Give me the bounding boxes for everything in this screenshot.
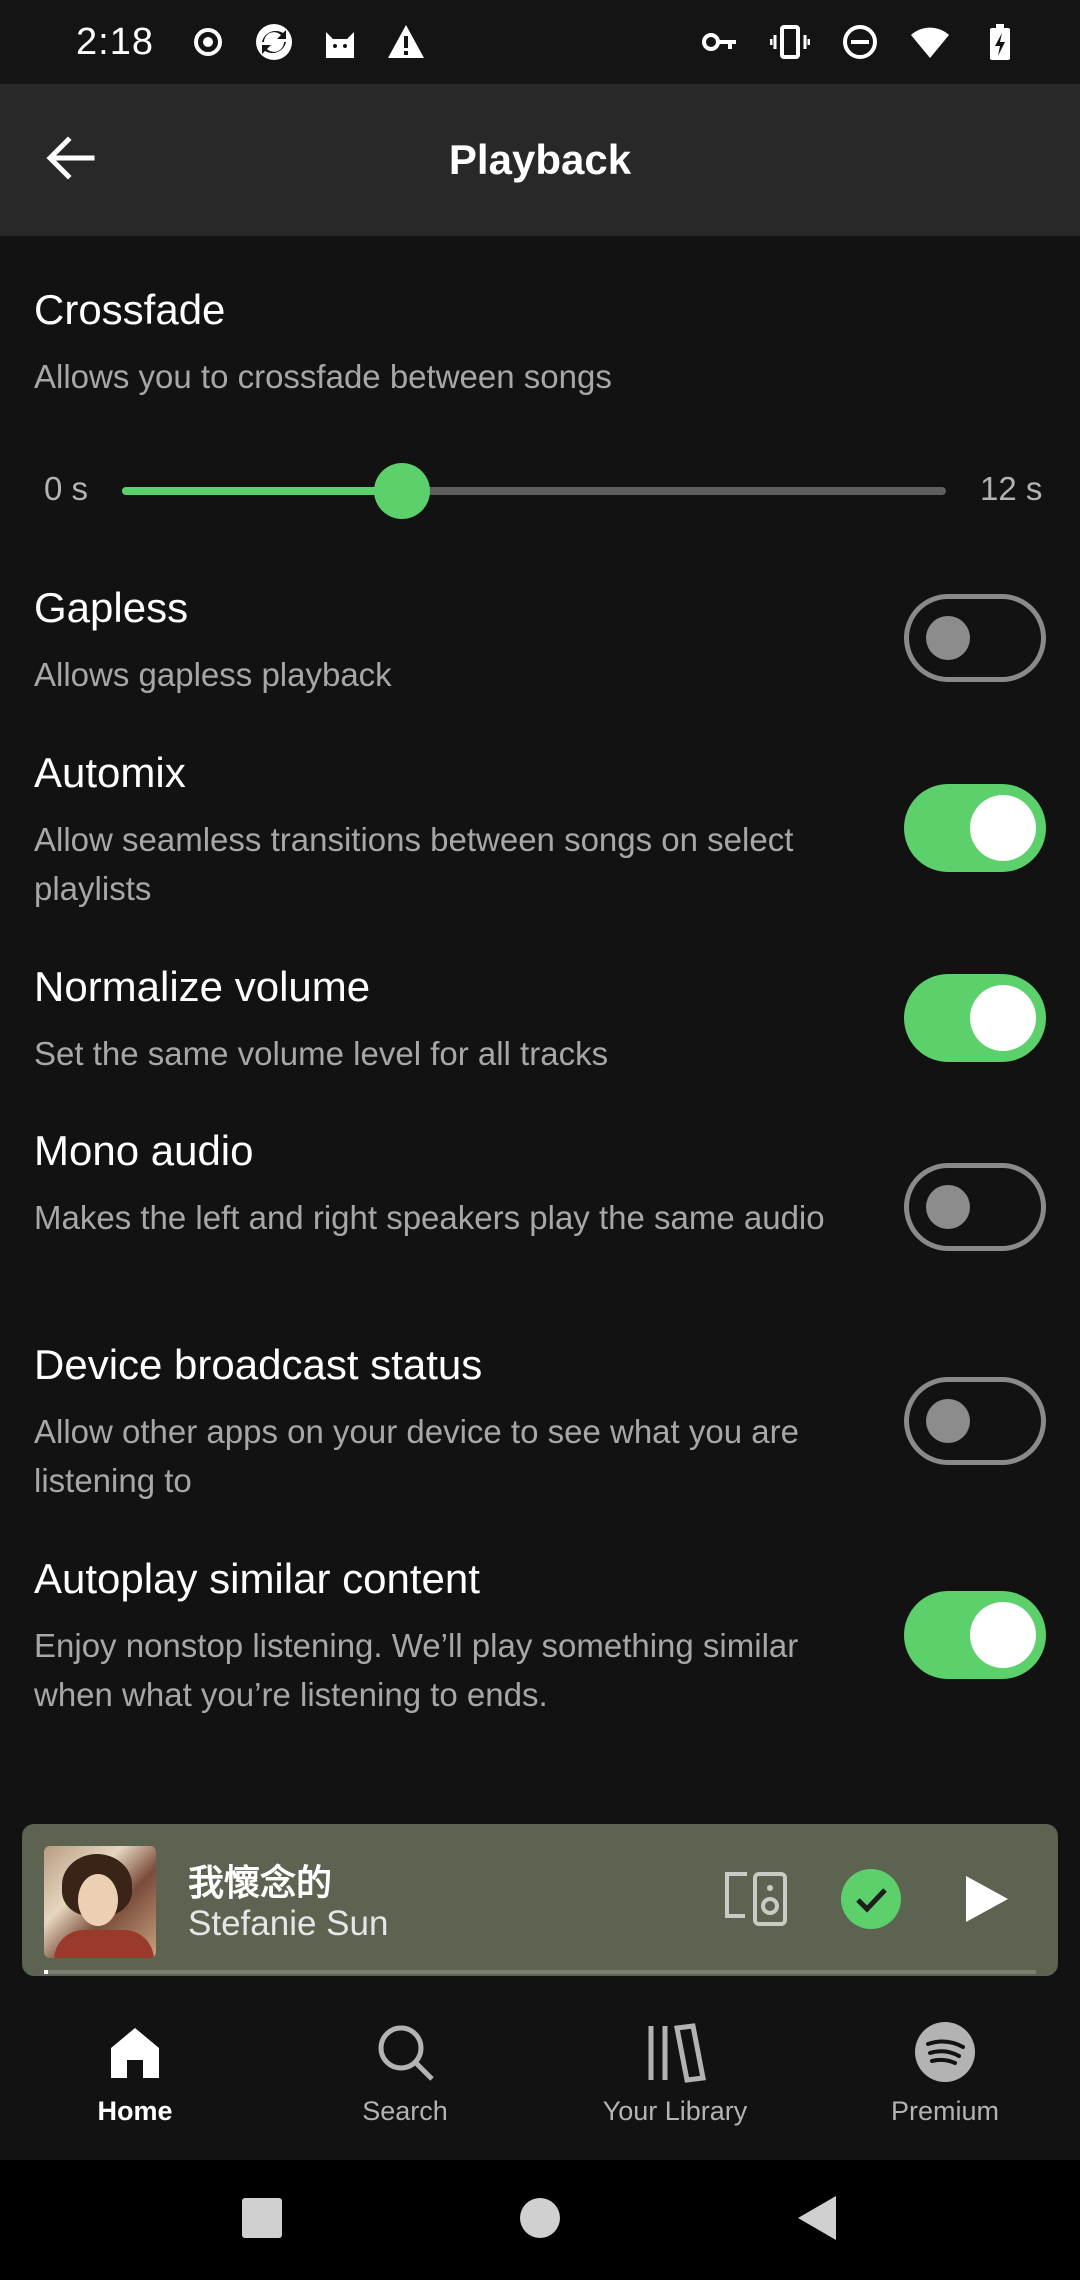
record-icon bbox=[188, 22, 228, 62]
cat-icon bbox=[320, 22, 360, 62]
status-bar: 2:18 bbox=[0, 0, 1080, 84]
nav-premium[interactable]: Premium bbox=[810, 1992, 1080, 2132]
setting-description: Set the same volume level for all tracks bbox=[34, 1035, 609, 1072]
track-title: 我懷念的 bbox=[188, 1862, 333, 1903]
app-header: Playback bbox=[0, 84, 1080, 236]
crossfade-slider-fill bbox=[122, 487, 403, 495]
setting-description: Enjoy nonstop listening. We’ll play some… bbox=[34, 1627, 799, 1713]
crossfade-title: Crossfade bbox=[34, 286, 226, 333]
crossfade-max-label: 12 s bbox=[980, 470, 1043, 507]
key-icon bbox=[700, 22, 740, 62]
mono-audio-toggle[interactable] bbox=[904, 1163, 1046, 1251]
crossfade-slider-thumb[interactable] bbox=[374, 463, 431, 519]
setting-title: Mono audio bbox=[34, 1127, 254, 1174]
toggle-knob bbox=[926, 1399, 970, 1443]
bottom-nav: Home Search Your Library Premium bbox=[0, 1992, 1080, 2132]
vibrate-icon bbox=[770, 22, 810, 62]
setting-title: Automix bbox=[34, 749, 186, 796]
status-time: 2:18 bbox=[76, 20, 154, 63]
play-button[interactable] bbox=[952, 1868, 1018, 1934]
nav-home[interactable]: Home bbox=[0, 1992, 270, 2132]
circle-icon bbox=[518, 2196, 562, 2245]
home-icon bbox=[103, 2020, 167, 2084]
track-artist: Stefanie Sun bbox=[188, 1904, 389, 1943]
mini-player[interactable]: 我懷念的 Stefanie Sun bbox=[22, 1824, 1058, 1976]
triangle-back-icon bbox=[796, 2194, 840, 2247]
nav-label: Your Library bbox=[602, 2096, 748, 2126]
play-icon bbox=[960, 1873, 1010, 1930]
toggle-knob bbox=[970, 1602, 1036, 1668]
nav-search[interactable]: Search bbox=[270, 1992, 540, 2132]
connect-device-button[interactable] bbox=[722, 1866, 792, 1936]
setting-description: Makes the left and right speakers play t… bbox=[34, 1199, 825, 1236]
automix-toggle[interactable] bbox=[904, 784, 1046, 872]
crossfade-description: Allows you to crossfade between songs bbox=[34, 358, 612, 395]
toggle-knob bbox=[926, 616, 970, 660]
crossfade-min-label: 0 s bbox=[44, 470, 89, 507]
library-icon bbox=[643, 2020, 707, 2084]
setting-description: Allows gapless playback bbox=[34, 656, 392, 693]
liked-check-icon bbox=[840, 1868, 902, 1935]
system-nav-bar bbox=[0, 2160, 1080, 2280]
setting-description: Allow other apps on your device to see w… bbox=[34, 1413, 799, 1499]
gapless-toggle[interactable] bbox=[904, 594, 1046, 682]
nav-your-library[interactable]: Your Library bbox=[540, 1992, 810, 2132]
connect-device-icon bbox=[723, 1868, 791, 1935]
crossfade-slider[interactable] bbox=[122, 463, 946, 519]
home-system-button[interactable] bbox=[508, 2188, 572, 2252]
back-button[interactable] bbox=[36, 126, 104, 194]
toggle-knob bbox=[970, 985, 1036, 1051]
nav-label: Home bbox=[97, 2096, 173, 2126]
sync-icon bbox=[254, 22, 294, 62]
back-system-button[interactable] bbox=[786, 2188, 850, 2252]
setting-title: Autoplay similar content bbox=[34, 1555, 480, 1602]
search-icon bbox=[373, 2020, 437, 2084]
autoplay-toggle[interactable] bbox=[904, 1591, 1046, 1679]
normalize-volume-toggle[interactable] bbox=[904, 974, 1046, 1062]
nav-label: Premium bbox=[890, 2096, 999, 2126]
recents-button[interactable] bbox=[230, 2188, 294, 2252]
playback-progress-fill bbox=[44, 1970, 48, 1974]
square-icon bbox=[240, 2196, 284, 2245]
liked-button[interactable] bbox=[840, 1868, 902, 1935]
nav-label: Search bbox=[362, 2096, 448, 2126]
battery-charging-icon bbox=[980, 22, 1020, 62]
playback-progress bbox=[44, 1970, 1036, 1974]
wifi-icon bbox=[910, 22, 950, 62]
album-art bbox=[44, 1846, 156, 1958]
spotify-icon bbox=[913, 2020, 977, 2084]
setting-title: Device broadcast status bbox=[34, 1341, 483, 1388]
toggle-knob bbox=[970, 795, 1036, 861]
setting-title: Normalize volume bbox=[34, 963, 371, 1010]
dnd-icon bbox=[840, 22, 880, 62]
back-arrow-icon bbox=[40, 128, 100, 193]
warning-icon bbox=[386, 22, 426, 62]
device-broadcast-toggle[interactable] bbox=[904, 1377, 1046, 1465]
setting-description: Allow seamless transitions between songs… bbox=[34, 821, 794, 907]
toggle-knob bbox=[926, 1185, 970, 1229]
setting-title: Gapless bbox=[34, 584, 189, 631]
page-title: Playback bbox=[448, 136, 632, 183]
